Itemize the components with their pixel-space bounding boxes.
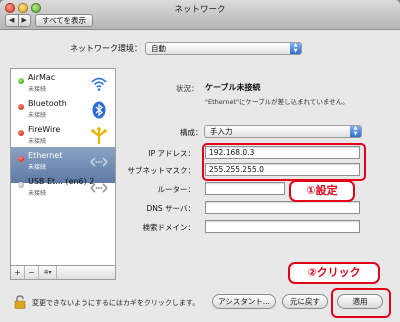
wifi-icon bbox=[91, 77, 107, 91]
network-preferences-window: ネットワーク ◀ ▶ すべてを表示 ネットワーク環境： 自動 ▲ ▼ AirMac… bbox=[0, 0, 400, 322]
configure-label: 構成： bbox=[180, 128, 203, 137]
lock-icon[interactable] bbox=[14, 295, 26, 309]
location-value: 自動 bbox=[151, 44, 166, 53]
service-name: AirMac bbox=[28, 73, 56, 82]
annotation-step2: ②クリック bbox=[288, 262, 380, 284]
status-value: ケーブル未接続 bbox=[205, 83, 261, 92]
ethernet-icon bbox=[90, 157, 108, 167]
popup-arrows-icon: ▲ ▼ bbox=[350, 125, 361, 137]
forward-button[interactable]: ▶ bbox=[17, 15, 31, 26]
ethernet-icon bbox=[90, 183, 108, 193]
status-dot-icon bbox=[18, 78, 24, 84]
service-name: USB Et... (en6) 2 bbox=[28, 177, 95, 186]
search-domain-field[interactable] bbox=[205, 220, 360, 233]
assistant-button[interactable]: アシスタント... bbox=[212, 294, 276, 309]
popup-arrows-icon: ▲ ▼ bbox=[290, 42, 301, 54]
revert-button[interactable]: 元に戻す bbox=[282, 294, 328, 309]
nav-buttons: ◀ ▶ bbox=[5, 14, 31, 27]
annotation-highlight-fields bbox=[202, 143, 366, 181]
bluetooth-icon bbox=[92, 101, 106, 119]
status-dot-icon bbox=[18, 130, 24, 136]
search-domain-label: 検索ドメイン： bbox=[142, 223, 196, 232]
status-description: "Ethernet"にケーブルが差し込まれていません。 bbox=[205, 98, 349, 106]
status-dot-icon bbox=[18, 104, 24, 110]
status-label: 状況： bbox=[176, 84, 199, 93]
ip-address-label: IP アドレス： bbox=[148, 149, 195, 158]
configure-value: 手入力 bbox=[210, 127, 233, 136]
service-status: 未接続 bbox=[28, 190, 47, 197]
configure-popup[interactable]: 手入力 ▲ ▼ bbox=[204, 125, 362, 138]
router-label: ルーター： bbox=[157, 185, 196, 194]
subnet-mask-label: サブネットマスク： bbox=[127, 166, 196, 175]
remove-service-button[interactable]: − bbox=[25, 266, 39, 279]
firewire-icon bbox=[91, 127, 107, 145]
lock-hint-text: 変更できないようにするにはカギをクリックします。 bbox=[32, 299, 200, 307]
title-bar: ネットワーク ◀ ▶ すべてを表示 bbox=[0, 0, 400, 30]
service-item-usb-ethernet[interactable]: USB Et... (en6) 2 未接続 bbox=[11, 173, 115, 209]
location-popup[interactable]: 自動 ▲ ▼ bbox=[145, 42, 302, 55]
service-list: AirMac 未接続 Bluetooth 未接続 FireWire 未接続 Et… bbox=[10, 68, 116, 266]
service-status: 未接続 bbox=[28, 112, 47, 119]
status-dot-icon bbox=[18, 182, 24, 188]
annotation-step1: ①設定 bbox=[289, 180, 355, 202]
back-button[interactable]: ◀ bbox=[6, 15, 18, 26]
dns-server-label: DNS サーバ： bbox=[146, 204, 195, 213]
service-status: 未接続 bbox=[28, 86, 47, 93]
service-name: Bluetooth bbox=[28, 99, 67, 108]
router-field[interactable] bbox=[205, 182, 285, 195]
service-status: 未接続 bbox=[28, 164, 47, 171]
detail-panel: 状況： ケーブル未接続 "Ethernet"にケーブルが差し込まれていません。 … bbox=[120, 68, 390, 280]
dns-server-field[interactable] bbox=[205, 201, 360, 214]
location-label: ネットワーク環境： bbox=[70, 44, 142, 53]
service-name: Ethernet bbox=[28, 151, 63, 160]
annotation-highlight-apply bbox=[331, 288, 391, 318]
service-list-toolbar: + − ✲▾ bbox=[10, 266, 116, 280]
add-service-button[interactable]: + bbox=[11, 266, 25, 279]
show-all-button[interactable]: すべてを表示 bbox=[35, 14, 94, 27]
action-menu-button[interactable]: ✲▾ bbox=[39, 266, 57, 279]
service-name: FireWire bbox=[28, 125, 61, 134]
service-status: 未接続 bbox=[28, 138, 47, 145]
status-dot-icon bbox=[18, 156, 24, 162]
